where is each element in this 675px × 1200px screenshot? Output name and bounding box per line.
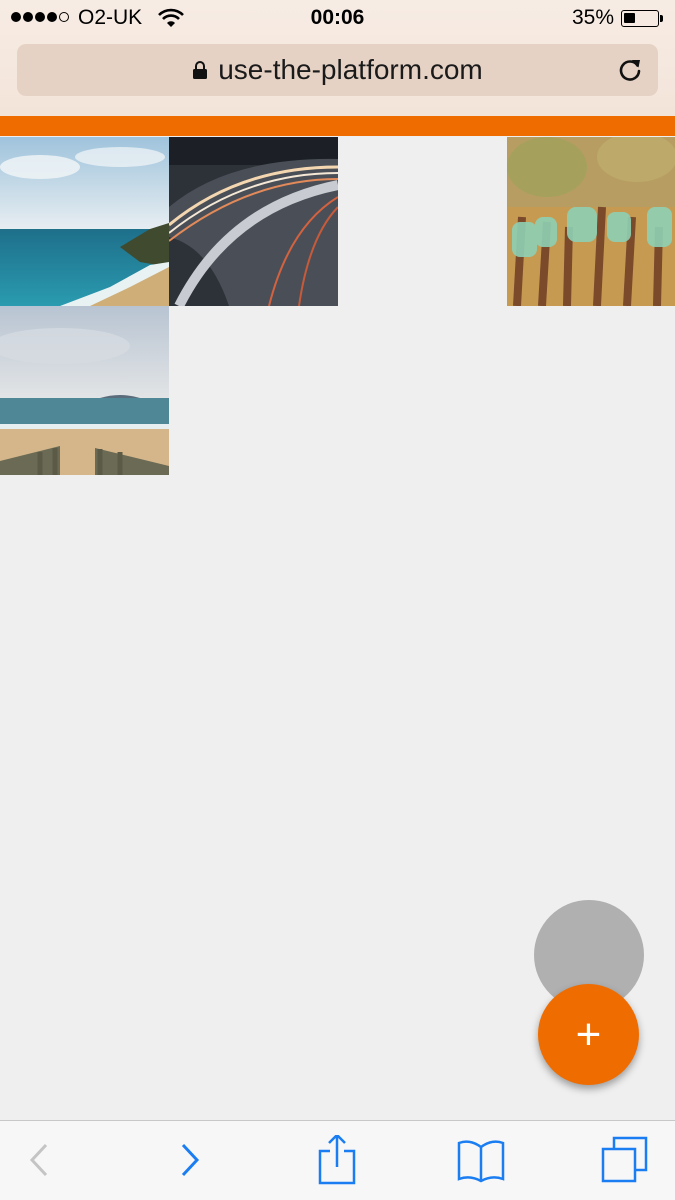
- photo-glass-bottles[interactable]: [507, 137, 675, 306]
- battery-percent: 35%: [572, 6, 615, 29]
- address-bar[interactable]: use-the-platform.com: [17, 44, 658, 96]
- lock-icon: [192, 60, 208, 80]
- battery-icon: [621, 10, 659, 27]
- chevron-right-icon[interactable]: [165, 1135, 215, 1185]
- status-bar: O2-UK 00:06 35%: [0, 0, 675, 38]
- tabs-icon[interactable]: [600, 1135, 650, 1185]
- battery-nub: [660, 15, 663, 22]
- url-text[interactable]: use-the-platform.com: [218, 54, 483, 86]
- photo-coastline[interactable]: [0, 137, 169, 306]
- add-photo-button[interactable]: +: [538, 984, 639, 1085]
- reload-icon[interactable]: [616, 56, 644, 84]
- app-header-bar: [0, 116, 675, 136]
- chevron-left-icon[interactable]: [14, 1135, 64, 1185]
- browser-top-chrome: O2-UK 00:06 35% use-the-platform.com: [0, 0, 675, 116]
- photo-beach-stairs[interactable]: [0, 306, 169, 475]
- plus-icon: +: [575, 1009, 602, 1059]
- photo-night-road[interactable]: [169, 137, 338, 306]
- book-icon[interactable]: [456, 1135, 506, 1185]
- share-icon[interactable]: [312, 1133, 362, 1185]
- browser-toolbar: [0, 1120, 675, 1200]
